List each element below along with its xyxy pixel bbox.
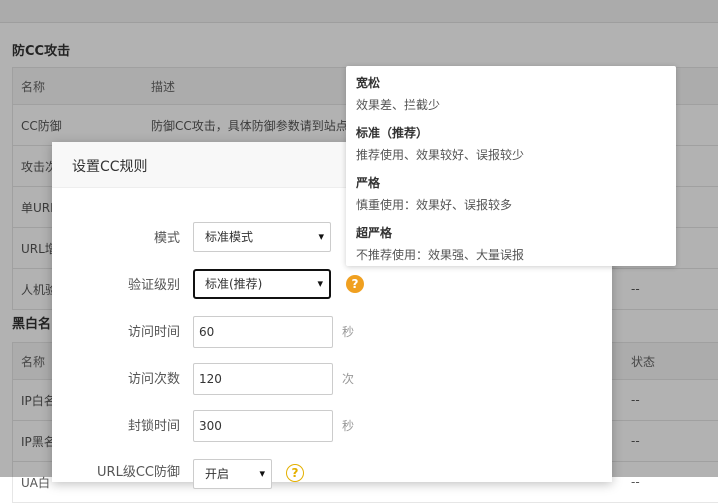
visit-time-unit: 秒: [342, 325, 355, 339]
chevron-down-icon: ▾: [259, 467, 265, 480]
chevron-down-icon: ▾: [317, 277, 323, 290]
help-icon[interactable]: ?: [286, 464, 304, 482]
mode-select-value: 标准模式: [205, 230, 254, 244]
level-label: 验证级别: [127, 278, 180, 293]
level-row: 验证级别 标准(推荐) ▾ ?: [52, 269, 612, 303]
tooltip-item-desc: 不推荐使用：效果强、大量误报: [356, 248, 525, 262]
tooltip-item-title: 宽松: [356, 76, 381, 90]
block-time-label: 封锁时间: [127, 419, 180, 434]
visit-time-row: 访问时间 60 秒: [52, 316, 612, 350]
tooltip-item: 严格 慎重使用：效果好、误报较多: [356, 174, 512, 213]
mode-label: 模式: [153, 231, 180, 246]
visit-count-unit: 次: [342, 372, 355, 386]
tooltip-item-title: 标准（推荐）: [356, 126, 429, 140]
level-help-tooltip: 宽松 效果差、拦截少 标准（推荐） 推荐使用、效果较好、误报较少 严格 慎重使用…: [346, 66, 676, 266]
block-time-unit: 秒: [342, 419, 355, 433]
visit-count-label: 访问次数: [127, 372, 180, 387]
help-icon[interactable]: ?: [346, 275, 364, 293]
tooltip-item-desc: 慎重使用：效果好、误报较多: [356, 198, 513, 212]
visit-count-input[interactable]: 120: [193, 363, 333, 395]
url-cc-label: URL级CC防御: [97, 465, 180, 480]
block-time-row: 封锁时间 300 秒: [52, 410, 612, 444]
url-cc-select[interactable]: 开启 ▾: [193, 459, 272, 489]
tooltip-item: 宽松 效果差、拦截少: [356, 74, 440, 113]
visit-count-row: 访问次数 120 次: [52, 363, 612, 397]
dialog-title: 设置CC规则: [72, 159, 148, 175]
tooltip-item-desc: 推荐使用、效果较好、误报较少: [356, 148, 525, 162]
chevron-down-icon: ▾: [318, 230, 324, 243]
visit-time-label: 访问时间: [127, 325, 180, 340]
level-select-value: 标准(推荐): [205, 277, 263, 291]
url-cc-row: URL级CC防御 开启 ▾ ?: [52, 456, 612, 490]
tooltip-item: 超严格 不推荐使用：效果强、大量误报: [356, 224, 524, 263]
mode-select[interactable]: 标准模式 ▾: [193, 222, 331, 252]
url-cc-select-value: 开启: [205, 467, 230, 481]
tooltip-item-title: 严格: [356, 176, 381, 190]
level-select[interactable]: 标准(推荐) ▾: [193, 269, 331, 299]
block-time-input[interactable]: 300: [193, 410, 333, 442]
tooltip-item-desc: 效果差、拦截少: [356, 98, 441, 112]
tooltip-item-title: 超严格: [356, 226, 393, 240]
tooltip-item: 标准（推荐） 推荐使用、效果较好、误报较少: [356, 124, 524, 163]
visit-time-input[interactable]: 60: [193, 316, 333, 348]
